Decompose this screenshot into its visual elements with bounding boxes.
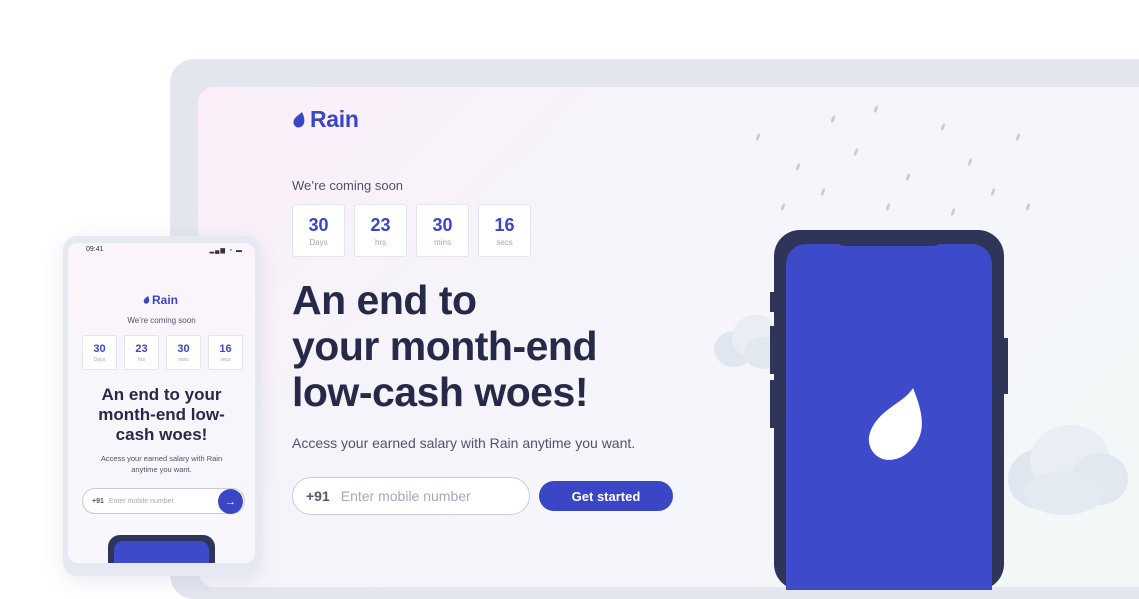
countdown-days: 30 Days	[292, 204, 345, 257]
countdown-value: 30	[308, 214, 329, 235]
brand-logo[interactable]: Rain	[292, 106, 359, 133]
rain-drop-icon	[293, 111, 305, 127]
countdown-value: 23	[135, 342, 148, 355]
mobile-screen: 09:41 ▂▄▆ ◔ ▬ Rain We’re coming soon 30 …	[68, 243, 255, 563]
countdown-value: 30	[432, 214, 453, 235]
subtext-line: anytime you want.	[131, 465, 192, 474]
countdown-unit: secs	[496, 237, 513, 247]
phone-mockup	[108, 535, 215, 563]
countdown-unit: Days	[93, 356, 106, 363]
headline-line: An end to	[292, 277, 477, 323]
phone-screen	[114, 541, 209, 563]
country-code: +91	[306, 488, 330, 504]
hero-subtext: Access your earned salary with Rain anyt…	[292, 435, 636, 451]
countdown-hours: 23 hrs	[124, 335, 159, 370]
phone-side-button	[1004, 338, 1008, 394]
countdown-value: 16	[494, 214, 515, 235]
headline-line: cash woes!	[115, 425, 208, 444]
countdown-unit: hrs	[138, 356, 145, 363]
countdown-value: 30	[93, 342, 106, 355]
hero-headline: An end to your month-end low- cash woes!	[78, 385, 245, 445]
status-icons: ▂▄▆ ◔ ▬	[209, 248, 243, 254]
country-code: +91	[92, 497, 104, 505]
countdown-timer: 30 Days 23 hrs 30 mins 16 secs	[292, 204, 531, 257]
countdown-unit: hrs	[374, 237, 387, 247]
input-placeholder: Enter mobile number	[108, 497, 174, 505]
coming-soon-label: We’re coming soon	[127, 316, 196, 325]
phone-screen	[786, 244, 992, 590]
countdown-hours: 23 hrs	[354, 204, 407, 257]
rain-pattern-icon	[756, 105, 1030, 216]
hero-subtext: Access your earned salary with Rain anyt…	[84, 453, 239, 475]
subtext-line: Access your earned salary with Rain	[100, 454, 223, 463]
input-placeholder: Enter mobile number	[340, 488, 471, 504]
brand-name: Rain	[310, 106, 359, 132]
countdown-unit: mins	[178, 356, 189, 363]
hero-headline: An end to your month-end low-cash woes!	[292, 277, 692, 415]
mobile-number-input[interactable]: +91 Enter mobile number	[292, 477, 530, 515]
brand-logo[interactable]: Rain	[143, 293, 178, 307]
get-started-button[interactable]: Get started	[539, 481, 673, 511]
phone-side-button	[770, 380, 774, 428]
headline-line: month-end low-	[98, 405, 225, 424]
coming-soon-label: We’re coming soon	[292, 178, 404, 193]
countdown-value: 23	[370, 214, 391, 235]
countdown-value: 30	[177, 342, 190, 355]
countdown-unit: mins	[434, 237, 451, 247]
countdown-seconds: 16 secs	[478, 204, 531, 257]
headline-line: your month-end	[292, 323, 598, 369]
phone-notch	[833, 230, 945, 246]
brand-name: Rain	[152, 293, 179, 307]
rain-drop-icon	[143, 296, 150, 304]
countdown-seconds: 16 secs	[208, 335, 243, 370]
status-time: 09:41	[86, 246, 104, 253]
phone-side-button	[770, 292, 774, 312]
arrow-right-icon: →	[225, 495, 236, 508]
countdown-unit: Days	[309, 237, 328, 247]
phone-side-button	[770, 326, 774, 374]
submit-button[interactable]: →	[218, 489, 243, 514]
countdown-value: 16	[219, 342, 232, 355]
phone-notch	[135, 535, 176, 541]
countdown-days: 30 Days	[82, 335, 117, 370]
headline-line: low-cash woes!	[292, 369, 589, 415]
countdown-timer: 30 Days 23 hrs 30 mins 16 secs	[82, 335, 243, 370]
phone-mockup	[770, 230, 1008, 590]
countdown-minutes: 30 mins	[166, 335, 201, 370]
rain-drop-icon	[868, 388, 922, 460]
countdown-minutes: 30 mins	[416, 204, 469, 257]
headline-line: An end to your	[101, 385, 222, 404]
countdown-unit: secs	[220, 356, 231, 363]
cloud-icon	[1008, 425, 1128, 515]
